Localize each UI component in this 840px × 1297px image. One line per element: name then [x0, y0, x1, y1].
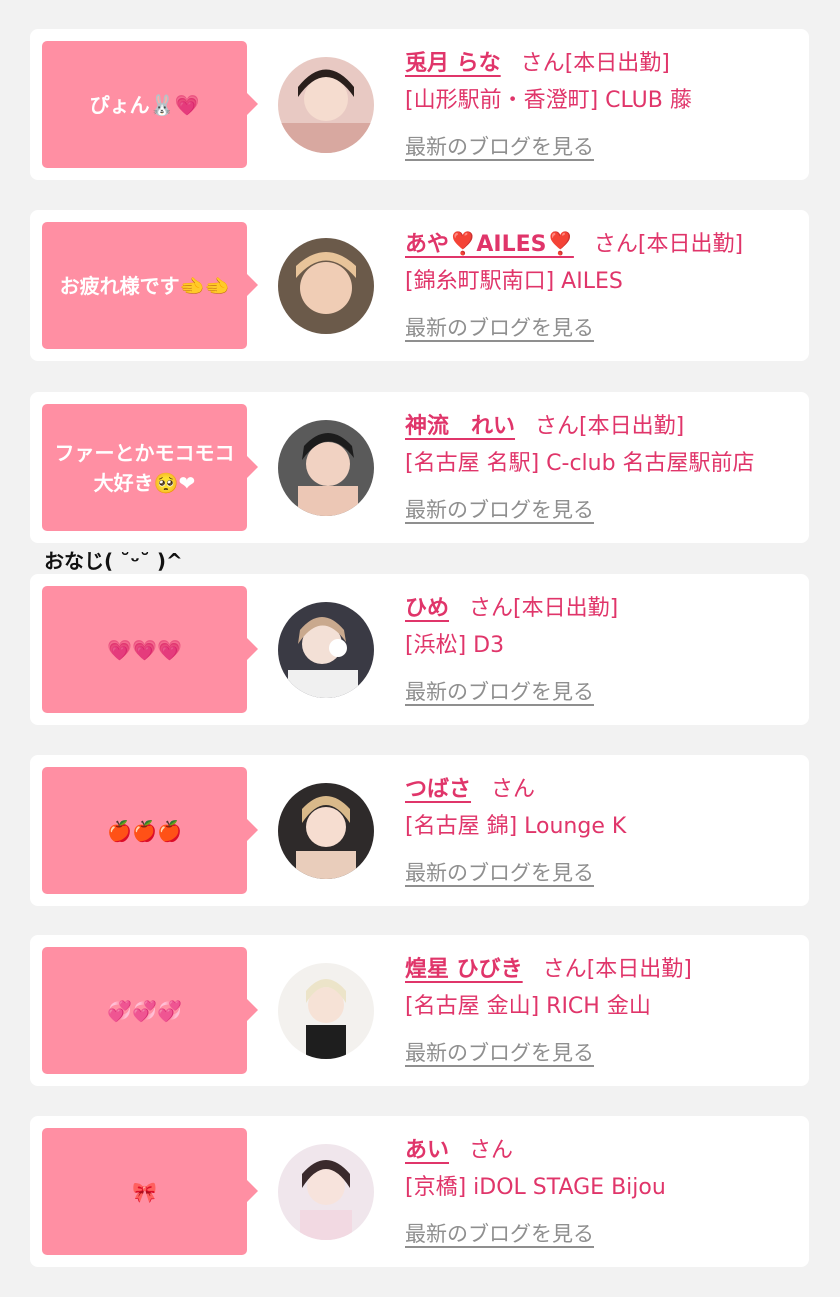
shop-label: [名古屋 金山] RICH 金山: [405, 994, 651, 1019]
shop-label: [名古屋 錦] Lounge K: [405, 814, 627, 839]
comment-bubble: 🎀: [42, 1128, 258, 1255]
comment-bubble: お疲れ様です🫲🫲: [42, 222, 258, 349]
view-blog-link[interactable]: 最新のブログを見る: [405, 131, 594, 161]
list-item: 💗💗💗 ひめ さん [本日出勤] [浜松] D3 最新のブログを見る: [30, 574, 809, 725]
cast-name-link[interactable]: あい: [405, 1132, 449, 1164]
honorific: さん: [469, 1138, 514, 1163]
shop-label: [錦糸町駅南口] AILES: [405, 269, 623, 294]
status-tag: [本日出勤]: [586, 957, 692, 982]
cast-name-link[interactable]: 煌星 ひびき: [405, 951, 523, 983]
comment-bubble: 🍎🍎🍎: [42, 767, 258, 894]
comment-bubble: ぴょん🐰💗: [42, 41, 258, 168]
honorific: さん: [542, 957, 587, 982]
list-item: お疲れ様です🫲🫲 あや❣️AILES❣️ さん [本日出勤] [錦糸町駅南口] …: [30, 210, 809, 361]
list-item: 🍎🍎🍎 つばさ さん [名古屋 錦] Lounge K 最新のブログを見る: [30, 755, 809, 906]
honorific: さん: [491, 777, 536, 802]
list-item: ファーとかモコモコ大好き🥺❤ 神流 れい さん [本日出勤] [名古屋 名駅] …: [30, 392, 809, 543]
cast-name-link[interactable]: 兎月 らな: [405, 45, 501, 77]
cast-name-link[interactable]: 神流 れい: [405, 408, 515, 440]
comment-bubble: 💞💞💞: [42, 947, 258, 1074]
list-item: 🎀 あい さん [京橋] iDOL STAGE Bijou 最新のブログを見る: [30, 1116, 809, 1267]
cast-name-link[interactable]: あや❣️AILES❣️: [405, 226, 574, 258]
honorific: さん: [535, 414, 580, 439]
view-blog-link[interactable]: 最新のブログを見る: [405, 312, 594, 342]
shop-label: [山形駅前・香澄町] CLUB 藤: [405, 88, 692, 113]
honorific: さん: [520, 51, 565, 76]
shop-label: [名古屋 名駅] C-club 名古屋駅前店: [405, 451, 755, 476]
view-blog-link[interactable]: 最新のブログを見る: [405, 1218, 594, 1248]
shop-label: [京橋] iDOL STAGE Bijou: [405, 1175, 666, 1200]
status-tag: [本日出勤]: [513, 596, 619, 621]
overflow-caption: おなじ( ˘ᵕ˘ )^: [44, 549, 183, 573]
view-blog-link[interactable]: 最新のブログを見る: [405, 494, 594, 524]
view-blog-link[interactable]: 最新のブログを見る: [405, 1037, 594, 1067]
honorific: さん: [469, 596, 514, 621]
list-item: 💞💞💞 煌星 ひびき さん [本日出勤] [名古屋 金山] RICH 金山 最新…: [30, 935, 809, 1086]
avatar[interactable]: [278, 963, 374, 1059]
list-item: ぴょん🐰💗 兎月 らな さん [本日出勤] [山形駅前・香澄町] CLUB 藤 …: [30, 29, 809, 180]
view-blog-link[interactable]: 最新のブログを見る: [405, 676, 594, 706]
avatar[interactable]: [278, 238, 374, 334]
comment-bubble: ファーとかモコモコ大好き🥺❤: [42, 404, 258, 531]
avatar[interactable]: [278, 602, 374, 698]
avatar[interactable]: [278, 420, 374, 516]
honorific: さん: [593, 232, 638, 257]
avatar[interactable]: [278, 57, 374, 153]
avatar[interactable]: [278, 783, 374, 879]
shop-label: [浜松] D3: [405, 633, 505, 658]
cast-name-link[interactable]: ひめ: [405, 590, 449, 622]
status-tag: [本日出勤]: [564, 51, 670, 76]
comment-bubble: 💗💗💗: [42, 586, 258, 713]
cast-name-link[interactable]: つばさ: [405, 771, 471, 803]
status-tag: [本日出勤]: [637, 232, 744, 257]
status-tag: [本日出勤]: [579, 414, 685, 439]
avatar[interactable]: [278, 1144, 374, 1240]
view-blog-link[interactable]: 最新のブログを見る: [405, 857, 594, 887]
